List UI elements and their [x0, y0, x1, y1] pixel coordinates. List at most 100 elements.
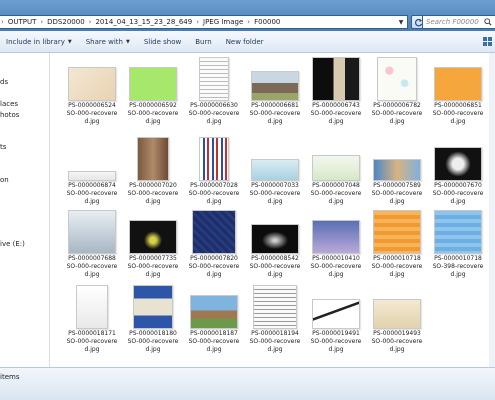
include-in-library-button[interactable]: Include in library ▼ — [0, 38, 80, 46]
file-tile[interactable]: PS-0000018194 SO-000-recovere d.jpg — [243, 281, 307, 359]
slide-show-button[interactable]: Slide show — [138, 38, 189, 46]
breadcrumb-item-output[interactable]: OUTPUT — [5, 18, 40, 26]
new-folder-button[interactable]: New folder — [220, 38, 272, 46]
thumbnail-frame — [121, 206, 185, 254]
breadcrumb-item-jpeg-image[interactable]: JPEG Image — [200, 18, 246, 26]
file-name-line: PS-0000006874 — [68, 182, 116, 189]
file-tile[interactable]: PS-0000006681 SO-000-recovere d.jpg — [243, 53, 307, 131]
image-thumbnail — [190, 295, 238, 329]
file-tile[interactable]: PS-0000008542 SO-000-recovere d.jpg — [243, 206, 307, 284]
vertical-scrollbar[interactable] — [489, 53, 495, 367]
image-thumbnail — [312, 57, 360, 101]
file-tile[interactable]: PS-0000006851 SO-000-recovere d.jpg — [426, 53, 490, 131]
slide-show-label: Slide show — [143, 37, 182, 46]
image-thumbnail — [251, 159, 299, 181]
file-tile[interactable]: PS-0000018180 SO-000-recovere d.jpg — [121, 281, 185, 359]
file-tile[interactable]: PS-0000007028 SO-000-recovere d.jpg — [182, 133, 246, 211]
thumbnail-frame — [365, 133, 429, 181]
file-name-line: SO-000-recovere — [310, 263, 362, 270]
file-extension: d.jpg — [267, 118, 283, 125]
file-name-line: SO-000-recovere — [249, 338, 301, 345]
thumbnail-frame — [243, 281, 307, 329]
file-extension: d.jpg — [145, 198, 161, 205]
file-extension: d.jpg — [267, 346, 283, 353]
file-tile[interactable]: PS-0000007820 SO-000-recovere d.jpg — [182, 206, 246, 284]
nav-item-drive-e[interactable]: ive (E:) — [0, 240, 25, 248]
file-name-line: PS-0000007688 — [68, 255, 116, 262]
image-thumbnail — [129, 220, 177, 254]
file-tile[interactable]: PS-0000007020 SO-000-recovere d.jpg — [121, 133, 185, 211]
file-name-line: PS-0000007670 — [434, 182, 482, 189]
file-tile[interactable]: PS-0000006874 SO-000-recovere d.jpg — [60, 133, 124, 211]
file-name-line: PS-0000018194 — [251, 330, 299, 337]
thumbnail-frame — [60, 281, 124, 329]
nav-item-location[interactable]: on — [0, 176, 9, 184]
breadcrumb[interactable]: › OUTPUT › DDS20000 › 2014_04_13_15_23_2… — [0, 15, 408, 29]
file-tile[interactable]: PS-0000006630 SO-000-recovere d.jpg — [182, 53, 246, 131]
address-dropdown-icon[interactable]: ▼ — [395, 16, 407, 28]
file-tile[interactable]: PS-0000007033 SO-000-recovere d.jpg — [243, 133, 307, 211]
file-extension: d.jpg — [145, 271, 161, 278]
file-extension: d.jpg — [145, 346, 161, 353]
file-extension: d.jpg — [206, 271, 222, 278]
file-tile[interactable]: PS-0000019493 SO-000-recovere d.jpg — [365, 281, 429, 359]
file-tile[interactable]: PS-0000010410 SO-000-recovere d.jpg — [304, 206, 368, 284]
image-thumbnail — [312, 220, 360, 254]
file-tile[interactable]: PS-0000010718 SO-398-recovere d.jpg — [426, 206, 490, 284]
file-name-line: SO-000-recovere — [66, 338, 118, 345]
file-name-line: SO-000-recovere — [371, 190, 423, 197]
nav-item-recent-places[interactable]: laces — [0, 100, 18, 108]
breadcrumb-item-session[interactable]: 2014_04_13_15_23_28_649 — [92, 18, 195, 26]
file-name-line: SO-000-recovere — [310, 110, 362, 117]
thumbnail-frame — [243, 53, 307, 101]
image-thumbnail — [373, 210, 421, 254]
file-name: PS-0000010718 SO-398-recovere d.jpg — [426, 255, 490, 279]
file-name: PS-0000006782 SO-000-recovere d.jpg — [365, 102, 429, 126]
file-tile[interactable]: PS-0000007688 SO-000-recovere d.jpg — [60, 206, 124, 284]
image-thumbnail — [377, 57, 417, 101]
file-extension: d.jpg — [389, 198, 405, 205]
file-tile[interactable]: PS-0000007589 SO-000-recovere d.jpg — [365, 133, 429, 211]
nav-item-photos[interactable]: hotos — [0, 111, 19, 119]
file-extension: d.jpg — [267, 271, 283, 278]
search-icon[interactable] — [484, 18, 492, 26]
burn-button[interactable]: Burn — [189, 38, 219, 46]
image-thumbnail — [373, 159, 421, 181]
file-tile[interactable]: PS-0000010718 SO-000-recovere d.jpg — [365, 206, 429, 284]
file-name-line: PS-0000007028 — [190, 182, 238, 189]
file-name-line: PS-0000010718 — [373, 255, 421, 262]
file-tile[interactable]: PS-0000006743 SO-000-recovere d.jpg — [304, 53, 368, 131]
search-placeholder: Search F00000 — [426, 18, 479, 26]
view-options-icon[interactable] — [481, 35, 495, 48]
file-tile[interactable]: PS-0000006524 SO-000-recovere d.jpg — [60, 53, 124, 131]
share-with-button[interactable]: Share with ▼ — [80, 38, 138, 46]
file-tile[interactable]: PS-0000018187 SO-000-recovere d.jpg — [182, 281, 246, 359]
file-name-line: PS-0000007048 — [312, 182, 360, 189]
file-tile[interactable]: PS-0000018171 SO-000-recovere d.jpg — [60, 281, 124, 359]
file-name-line: SO-000-recovere — [249, 263, 301, 270]
file-name-line: PS-0000007820 — [190, 255, 238, 262]
thumbnail-frame — [365, 206, 429, 254]
file-name: PS-0000007670 SO-000-recovere d.jpg — [426, 182, 490, 206]
file-tile[interactable]: PS-0000006782 SO-000-recovere d.jpg — [365, 53, 429, 131]
file-name: PS-0000008542 SO-000-recovere d.jpg — [243, 255, 307, 279]
file-name: PS-0000018180 SO-000-recovere d.jpg — [121, 330, 185, 354]
image-thumbnail — [251, 71, 299, 101]
search-input[interactable]: Search F00000 — [422, 15, 495, 29]
file-tile[interactable]: PS-0000019491 SO-000-recovere d.jpg — [304, 281, 368, 359]
file-extension: d.jpg — [328, 271, 344, 278]
breadcrumb-item-f00000[interactable]: F00000 — [251, 18, 283, 26]
file-tile[interactable]: PS-0000007735 SO-000-recovere d.jpg — [121, 206, 185, 284]
nav-item-documents[interactable]: ts — [0, 143, 6, 151]
file-tile[interactable]: PS-0000007048 SO-000-recovere d.jpg — [304, 133, 368, 211]
file-tile[interactable]: PS-0000006592 SO-000-recovere d.jpg — [121, 53, 185, 131]
address-bar: › OUTPUT › DDS20000 › 2014_04_13_15_23_2… — [0, 0, 495, 31]
image-thumbnail — [137, 137, 169, 181]
file-name: PS-0000019493 SO-000-recovere d.jpg — [365, 330, 429, 354]
image-thumbnail — [434, 210, 482, 254]
file-name-line: SO-000-recovere — [66, 110, 118, 117]
nav-item-downloads[interactable]: ds — [0, 78, 8, 86]
file-name-line: SO-000-recovere — [432, 190, 484, 197]
breadcrumb-item-dds20000[interactable]: DDS20000 — [44, 18, 88, 26]
file-tile[interactable]: PS-0000007670 SO-000-recovere d.jpg — [426, 133, 490, 211]
